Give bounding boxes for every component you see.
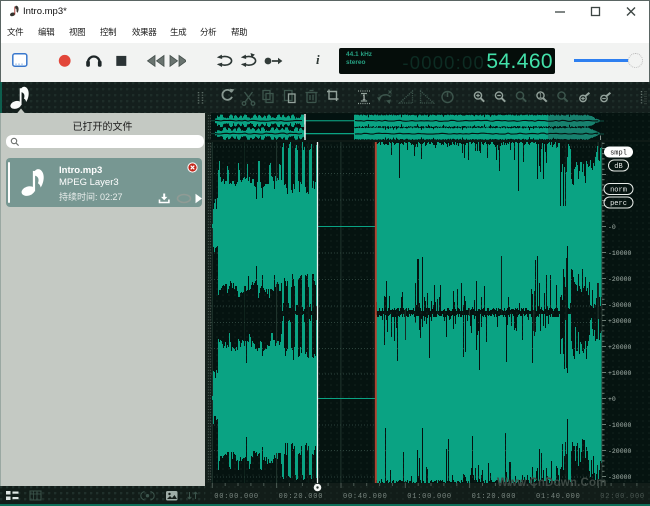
svg-text:norm: norm <box>610 187 627 195</box>
svg-text:02:00.000: 02:00.000 <box>600 493 645 501</box>
svg-text:1: 1 <box>362 95 366 102</box>
svg-text:01:40.000: 01:40.000 <box>536 493 581 501</box>
svg-text:+0: +0 <box>608 396 616 403</box>
svg-text:01:20.000: 01:20.000 <box>472 493 517 501</box>
svg-text:-30000: -30000 <box>608 302 632 309</box>
svg-text:-20000: -20000 <box>608 276 632 283</box>
svg-text:+10000: +10000 <box>608 370 632 377</box>
svg-text:01:00.000: 01:00.000 <box>407 493 452 501</box>
svg-text:00:20.000: 00:20.000 <box>279 493 324 501</box>
svg-text:perc: perc <box>610 200 627 208</box>
svg-text:00:00.000: 00:00.000 <box>214 493 259 501</box>
svg-text:-30000: -30000 <box>608 474 632 481</box>
svg-text:-10000: -10000 <box>608 250 632 257</box>
svg-text:1: 1 <box>539 93 543 100</box>
svg-text:-20000: -20000 <box>608 448 632 455</box>
svg-text:+30000: +30000 <box>608 318 632 325</box>
svg-text:smpl: smpl <box>610 150 627 158</box>
svg-text:+20000: +20000 <box>608 344 632 351</box>
svg-text:-10000: -10000 <box>608 422 632 429</box>
svg-text:00:40.000: 00:40.000 <box>343 493 388 501</box>
svg-text:dB: dB <box>614 163 622 171</box>
svg-text:-0: -0 <box>608 224 616 231</box>
